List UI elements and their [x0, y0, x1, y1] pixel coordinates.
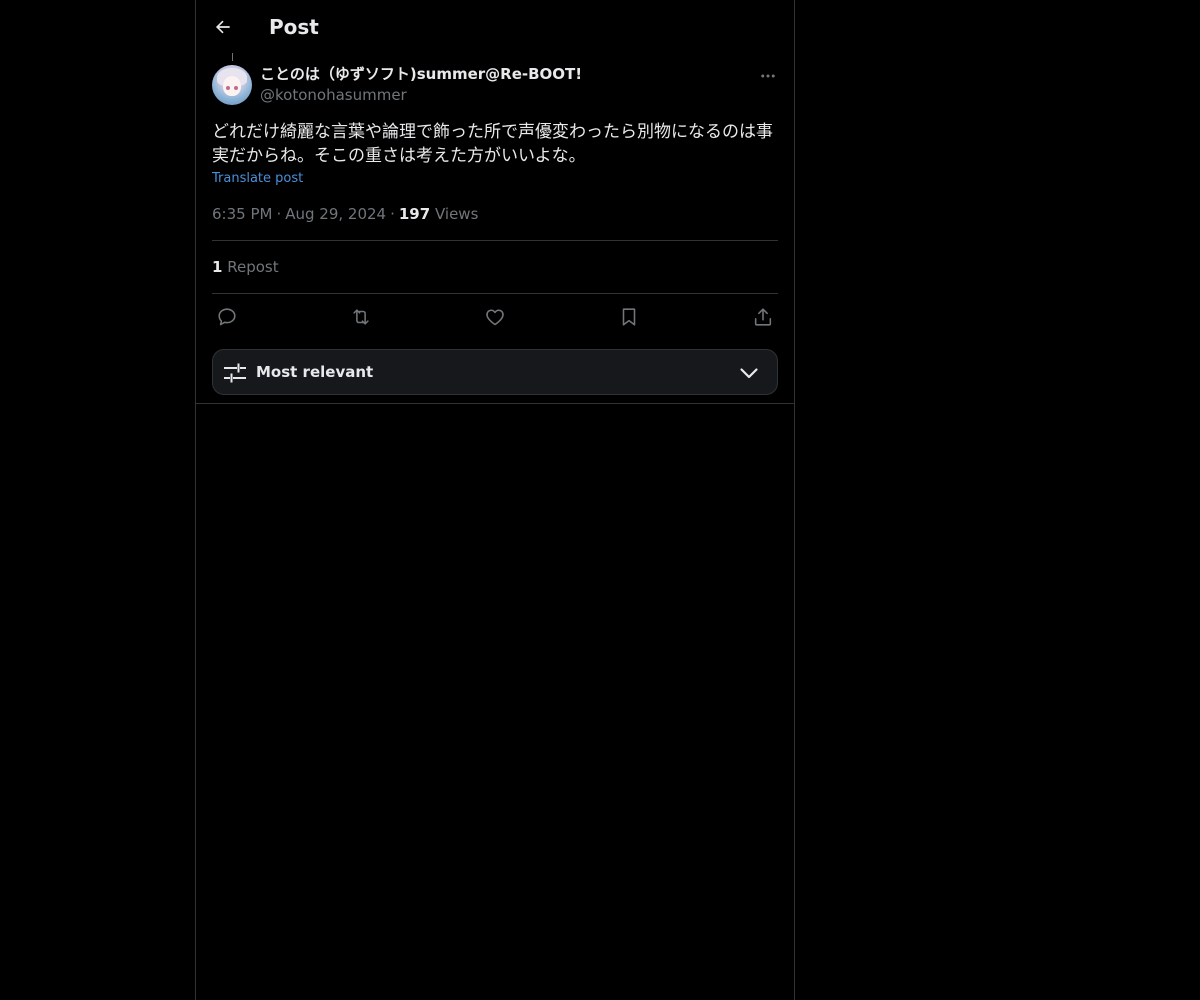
repost-label: Repost: [227, 258, 279, 276]
repost-arrows-icon: [353, 309, 369, 325]
speech-bubble-icon: [218, 308, 236, 326]
more-options-button[interactable]: [756, 64, 780, 88]
repost-button[interactable]: [348, 304, 374, 330]
like-button[interactable]: [482, 304, 508, 330]
arrow-left-icon: [215, 20, 230, 34]
ellipsis-icon: [761, 74, 775, 78]
heart-icon: [486, 309, 504, 326]
bookmark-button[interactable]: [616, 304, 642, 330]
author-handle[interactable]: @kotonohasummer: [260, 85, 407, 105]
separator-dot: ·: [390, 205, 395, 223]
divider: [196, 403, 794, 404]
avatar-eye-left: [226, 86, 230, 90]
page-title: Post: [269, 15, 319, 39]
post-metadata: 6:35 PM · Aug 29, 2024 · 197 Views: [212, 204, 478, 224]
divider: [212, 240, 778, 241]
sort-label: Most relevant: [256, 363, 374, 381]
share-button[interactable]: [750, 304, 776, 330]
action-bar: [212, 304, 778, 330]
repost-count-link[interactable]: 1 Repost: [212, 257, 279, 277]
reply-button[interactable]: [214, 304, 240, 330]
reply-sort-dropdown[interactable]: Most relevant: [212, 349, 778, 395]
separator-dot: ·: [276, 205, 282, 223]
thread-connector-line: [232, 53, 233, 61]
chevron-down-icon: [740, 368, 758, 379]
divider: [212, 293, 778, 294]
post-date[interactable]: Aug 29, 2024: [285, 205, 386, 223]
bookmark-icon: [622, 308, 636, 326]
back-button[interactable]: [206, 10, 240, 44]
post-time[interactable]: 6:35 PM: [212, 205, 272, 223]
page-header: Post: [196, 0, 794, 53]
share-upload-icon: [754, 308, 772, 326]
author-display-name[interactable]: ことのは（ゆずソフト)summer@Re-BOOT!: [260, 64, 582, 84]
post-text: どれだけ綺麗な言葉や論理で飾った所で声優変わったら別物になるのは事実だからね。そ…: [212, 122, 773, 166]
translate-post-link[interactable]: Translate post: [212, 170, 303, 188]
repost-count: 1: [212, 258, 223, 276]
avatar-eye-right: [234, 86, 238, 90]
avatar[interactable]: [212, 65, 252, 105]
views-count: 197: [398, 205, 431, 223]
views-label: Views: [434, 205, 479, 223]
sliders-icon: [224, 363, 246, 383]
main-column: Post ことのは（ゆずソフト)summer@Re-BOOT! @kotonoh…: [195, 0, 795, 1000]
